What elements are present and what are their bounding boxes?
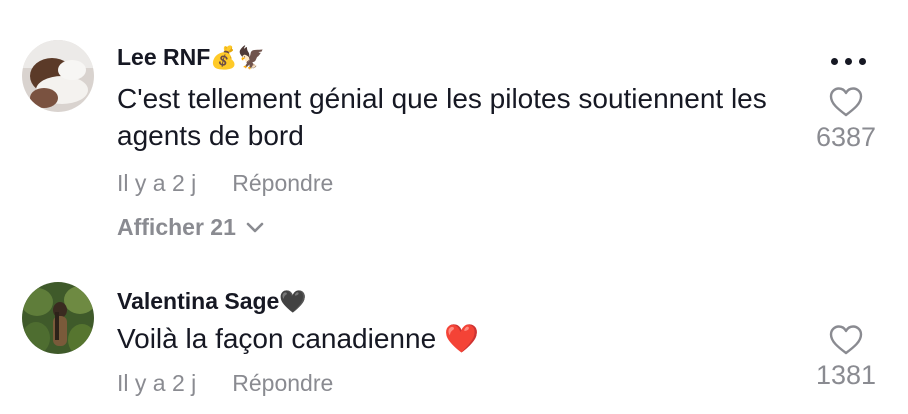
avatar-image <box>22 282 94 354</box>
comment-item: Valentina Sage🖤 Voilà la façon canadienn… <box>0 262 908 414</box>
username-text: Valentina Sage <box>117 288 280 314</box>
reply-button[interactable]: Répondre <box>232 170 333 196</box>
reply-button[interactable]: Répondre <box>232 370 333 396</box>
comment-item: Lee RNF💰🦅 C'est tellement génial que les… <box>0 0 908 260</box>
like-button[interactable]: 1381 <box>811 324 881 391</box>
chevron-down-icon <box>246 222 264 232</box>
username-text: Lee RNF <box>117 44 211 70</box>
view-replies-label: Afficher 21 <box>117 214 236 240</box>
avatar[interactable] <box>22 282 94 354</box>
username-emoji: 🖤 <box>279 290 307 315</box>
more-dots-icon <box>845 58 852 65</box>
timestamp: Il y a 2 j <box>117 370 197 396</box>
comment-text-body: Voilà la façon canadienne <box>117 323 437 354</box>
username[interactable]: Valentina Sage🖤 <box>117 288 307 315</box>
more-dots-icon <box>859 58 866 65</box>
like-count: 1381 <box>815 360 877 390</box>
comment-meta: Il y a 2 j Répondre <box>117 170 333 197</box>
like-count: 6387 <box>815 122 877 152</box>
comment-meta: Il y a 2 j Répondre <box>117 370 333 397</box>
heart-outline-icon[interactable] <box>829 324 863 356</box>
comment-text: Voilà la façon canadienne ❤️ <box>117 320 797 357</box>
avatar-image <box>22 40 94 112</box>
like-button[interactable]: 6387 <box>811 86 881 153</box>
heart-outline-icon[interactable] <box>829 86 863 118</box>
view-replies-button[interactable]: Afficher 21 <box>117 214 264 241</box>
more-dots-icon <box>831 58 838 65</box>
more-options-button[interactable] <box>831 58 866 65</box>
comment-text: C'est tellement génial que les pilotes s… <box>117 83 767 151</box>
timestamp: Il y a 2 j <box>117 170 197 196</box>
avatar[interactable] <box>22 40 94 112</box>
username-emoji: 💰🦅 <box>210 46 266 71</box>
username[interactable]: Lee RNF💰🦅 <box>117 44 265 71</box>
heart-emoji: ❤️ <box>443 322 479 355</box>
